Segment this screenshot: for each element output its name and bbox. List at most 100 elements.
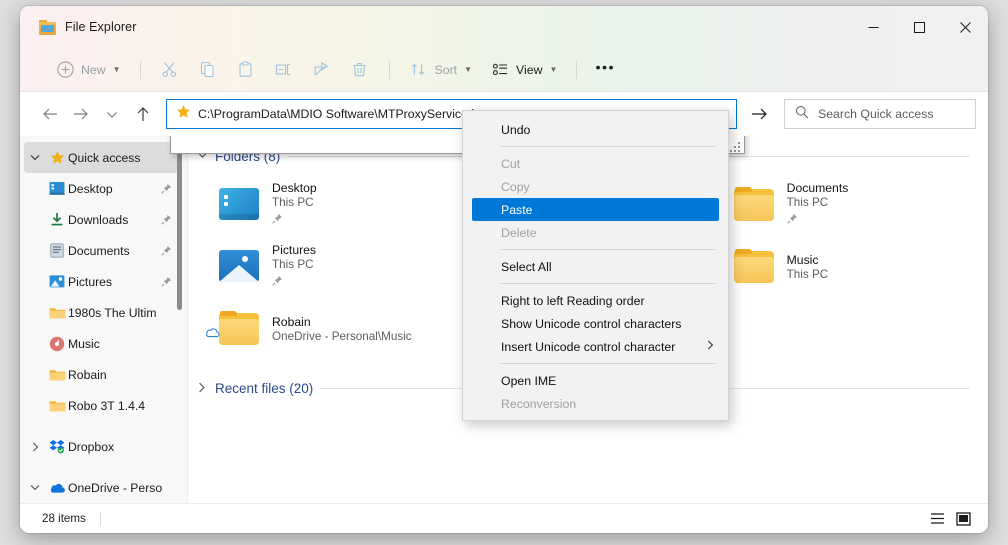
view-button[interactable]: View ▼ bbox=[482, 55, 565, 85]
list-item[interactable]: Pictures This PC bbox=[210, 236, 467, 298]
resize-grip-icon[interactable] bbox=[730, 140, 742, 152]
view-list-icon bbox=[490, 60, 510, 80]
context-menu-item-label: Right to left Reading order bbox=[501, 293, 645, 308]
toolbar-divider-2 bbox=[388, 60, 390, 79]
context-menu-item-open-ime[interactable]: Open IME bbox=[463, 369, 728, 392]
context-menu-item-label: Copy bbox=[501, 179, 530, 194]
view-button-label: View bbox=[516, 62, 543, 77]
sidebar-item-1980s-the-ultimate[interactable]: 1980s The Ultim bbox=[24, 297, 181, 328]
sidebar-item-label: OneDrive - Perso bbox=[68, 480, 163, 495]
context-menu-item-select-all[interactable]: Select All bbox=[463, 255, 728, 278]
search-input[interactable]: Search Quick access bbox=[784, 99, 976, 129]
chevron-down-icon bbox=[106, 111, 117, 118]
context-menu-item-cut[interactable]: Cut bbox=[463, 152, 728, 175]
sidebar-item-downloads[interactable]: Downloads bbox=[24, 204, 181, 235]
chevron-down-icon[interactable] bbox=[24, 154, 46, 161]
sidebar-item-label: 1980s The Ultim bbox=[68, 305, 157, 320]
plus-circle-icon bbox=[55, 60, 75, 80]
context-menu-item-reconversion[interactable]: Reconversion bbox=[463, 392, 728, 415]
sidebar-item-robo-3t[interactable]: Robo 3T 1.4.4 bbox=[24, 390, 181, 421]
pin-icon bbox=[159, 183, 173, 194]
list-item-text: Robain OneDrive - Personal\Music bbox=[272, 315, 412, 343]
desktop-folder-icon bbox=[216, 183, 262, 227]
sidebar-item-music[interactable]: Music bbox=[24, 328, 181, 359]
list-item-sub: OneDrive - Personal\Music bbox=[272, 330, 412, 343]
go-button[interactable] bbox=[744, 99, 774, 129]
recent-locations-button[interactable] bbox=[96, 99, 127, 129]
context-menu-item-label: Paste bbox=[501, 202, 533, 217]
share-button[interactable] bbox=[304, 55, 340, 85]
context-menu-item-insert-unicode-control-character[interactable]: Insert Unicode control character bbox=[463, 335, 728, 358]
pin-icon bbox=[272, 273, 316, 291]
rename-button[interactable] bbox=[266, 55, 302, 85]
sidebar-item-label: Desktop bbox=[68, 181, 113, 196]
context-menu-item-copy[interactable]: Copy bbox=[463, 175, 728, 198]
sidebar-item-label: Downloads bbox=[68, 212, 129, 227]
list-item-name: Robain bbox=[272, 315, 311, 329]
list-item[interactable]: Desktop This PC bbox=[210, 174, 467, 236]
sidebar-item-onedrive-personal[interactable]: OneDrive - Perso bbox=[24, 472, 181, 503]
copy-button[interactable] bbox=[190, 55, 226, 85]
more-options-button[interactable]: ••• bbox=[588, 55, 622, 85]
paste-button[interactable] bbox=[228, 55, 264, 85]
list-item[interactable]: Documents This PC bbox=[725, 174, 982, 236]
copy-icon bbox=[198, 60, 218, 80]
context-menu-divider bbox=[501, 249, 715, 250]
sidebar-item-label: Pictures bbox=[68, 274, 113, 289]
context-menu-item-label: Reconversion bbox=[501, 396, 577, 411]
pin-icon bbox=[787, 211, 849, 229]
sidebar-item-desktop[interactable]: Desktop bbox=[24, 173, 181, 204]
list-view-toggle[interactable] bbox=[924, 507, 950, 531]
chevron-right-icon[interactable] bbox=[196, 382, 208, 395]
list-item[interactable]: Robain OneDrive - Personal\Music bbox=[206, 298, 467, 360]
desktop-background: File Explorer New ▼ Sort ▼ View ▼ ••• C:… bbox=[0, 0, 1008, 545]
search-icon bbox=[795, 105, 809, 124]
chevron-down-icon[interactable] bbox=[24, 484, 46, 491]
forward-button[interactable] bbox=[65, 99, 96, 129]
context-menu-item-label: Delete bbox=[501, 225, 537, 240]
context-menu-item-delete[interactable]: Delete bbox=[463, 221, 728, 244]
context-menu-item-right-to-left-reading-order[interactable]: Right to left Reading order bbox=[463, 289, 728, 312]
up-button[interactable] bbox=[127, 99, 158, 129]
documents-icon bbox=[46, 243, 68, 258]
navigation-pane: Quick access Desktop Downloads Documents… bbox=[20, 136, 188, 503]
sort-button[interactable]: Sort ▼ bbox=[401, 55, 480, 85]
chevron-right-icon[interactable] bbox=[24, 442, 46, 452]
status-bar: 28 items bbox=[20, 503, 988, 533]
folder-icon bbox=[731, 245, 777, 289]
sidebar-item-robain[interactable]: Robain bbox=[24, 359, 181, 390]
delete-button[interactable] bbox=[342, 55, 378, 85]
context-menu-item-label: Show Unicode control characters bbox=[501, 316, 682, 331]
sidebar-item-dropbox[interactable]: Dropbox bbox=[24, 431, 181, 462]
minimize-button[interactable] bbox=[850, 6, 896, 48]
star-icon bbox=[46, 150, 68, 165]
back-button[interactable] bbox=[34, 99, 65, 129]
sidebar-item-quick-access[interactable]: Quick access bbox=[24, 142, 181, 173]
new-button[interactable]: New ▼ bbox=[47, 55, 129, 85]
detail-view-icon bbox=[955, 511, 971, 526]
cut-button[interactable] bbox=[152, 55, 188, 85]
detail-view-toggle[interactable] bbox=[950, 507, 976, 531]
context-menu-item-paste[interactable]: Paste bbox=[472, 198, 719, 221]
context-menu-item-label: Cut bbox=[501, 156, 521, 171]
sidebar-item-label: Robo 3T 1.4.4 bbox=[68, 398, 146, 413]
item-count-label: 28 items bbox=[42, 512, 86, 525]
folder-icon bbox=[731, 183, 777, 227]
dropbox-icon bbox=[46, 439, 68, 454]
context-menu-item-undo[interactable]: Undo bbox=[463, 118, 728, 141]
chevron-down-icon: ▼ bbox=[112, 65, 121, 74]
pin-icon bbox=[159, 214, 173, 225]
sort-button-label: Sort bbox=[434, 62, 458, 77]
sidebar-item-pictures[interactable]: Pictures bbox=[24, 266, 181, 297]
close-button[interactable] bbox=[942, 6, 988, 48]
desktop-icon bbox=[46, 181, 68, 196]
list-item-sub: This PC bbox=[786, 196, 829, 209]
toolbar-divider-1 bbox=[139, 60, 141, 79]
list-item[interactable]: Music This PC bbox=[725, 236, 982, 298]
list-item-name: Pictures bbox=[272, 243, 317, 257]
context-menu-item-show-unicode-control-characters[interactable]: Show Unicode control characters bbox=[463, 312, 728, 335]
sidebar-scrollbar[interactable] bbox=[177, 140, 182, 310]
maximize-button[interactable] bbox=[896, 6, 942, 48]
list-item-text: Desktop This PC bbox=[272, 181, 317, 229]
sidebar-item-documents[interactable]: Documents bbox=[24, 235, 181, 266]
